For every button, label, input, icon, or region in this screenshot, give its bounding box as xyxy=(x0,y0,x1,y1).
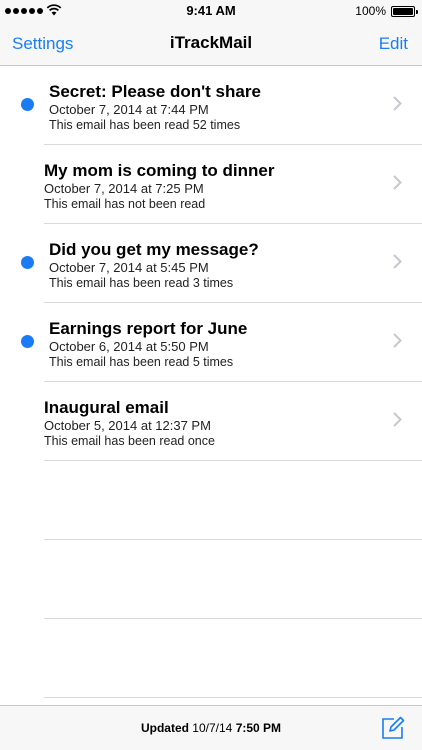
email-subject: Earnings report for June xyxy=(49,319,248,338)
email-date: October 7, 2014 at 7:25 PM xyxy=(44,181,204,196)
chevron-right-icon xyxy=(393,254,402,269)
updated-label: Updated xyxy=(140,721,189,735)
email-row[interactable]: Did you get my message? October 7, 2014 … xyxy=(0,224,422,303)
edit-button[interactable]: Edit xyxy=(379,34,408,54)
email-subject: My mom is coming to dinner xyxy=(44,161,275,180)
empty-list-row xyxy=(0,540,422,619)
unread-indicator-icon xyxy=(21,335,34,348)
page-title: iTrackMail xyxy=(169,33,253,52)
email-read-status: This email has not been read xyxy=(44,197,206,211)
email-row[interactable]: Earnings report for June October 6, 2014… xyxy=(0,303,422,382)
empty-list-row xyxy=(0,619,422,698)
email-subject: Secret: Please don't share xyxy=(49,82,261,101)
empty-list-row xyxy=(0,461,422,540)
email-row[interactable]: Secret: Please don't share October 7, 20… xyxy=(0,66,422,145)
email-date: October 6, 2014 at 5:50 PM xyxy=(49,339,209,354)
email-date: October 7, 2014 at 5:45 PM xyxy=(49,260,209,275)
last-updated-text: Updated 10/7/14 7:50 PM xyxy=(0,721,422,735)
unread-indicator-icon xyxy=(21,256,34,269)
email-row[interactable]: Inaugural email October 5, 2014 at 12:37… xyxy=(0,382,422,461)
chevron-right-icon xyxy=(393,333,402,348)
battery-icon xyxy=(391,6,418,17)
status-bar: 9:41 AM 100% xyxy=(0,0,422,22)
battery-percentage: 100% xyxy=(355,4,386,18)
updated-date: 10/7/14 xyxy=(192,721,233,735)
email-subject: Did you get my message? xyxy=(49,240,259,259)
chevron-right-icon xyxy=(393,412,402,427)
email-date: October 5, 2014 at 12:37 PM xyxy=(44,418,211,433)
compose-icon[interactable] xyxy=(381,716,405,740)
email-read-status: This email has been read 5 times xyxy=(49,355,234,369)
bottom-toolbar: Updated 10/7/14 7:50 PM xyxy=(0,705,422,750)
email-read-status: This email has been read 3 times xyxy=(49,276,234,290)
email-read-status: This email has been read 52 times xyxy=(49,118,241,132)
email-row[interactable]: My mom is coming to dinner October 7, 20… xyxy=(0,145,422,224)
email-read-status: This email has been read once xyxy=(44,434,215,448)
chevron-right-icon xyxy=(393,96,402,111)
email-date: October 7, 2014 at 7:44 PM xyxy=(49,102,209,117)
email-list: Secret: Please don't share October 7, 20… xyxy=(0,66,422,698)
chevron-right-icon xyxy=(393,175,402,190)
email-subject: Inaugural email xyxy=(44,398,169,417)
unread-indicator-icon xyxy=(21,98,34,111)
navigation-bar: Settings iTrackMail Edit xyxy=(0,22,422,66)
updated-time: 7:50 PM xyxy=(235,721,282,735)
